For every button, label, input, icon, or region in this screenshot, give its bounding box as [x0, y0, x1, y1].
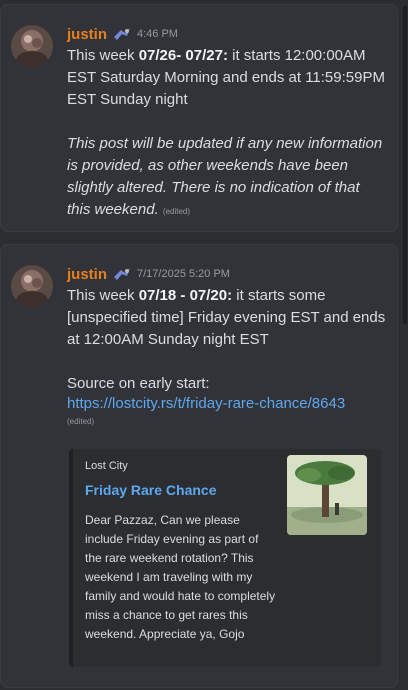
scrollbar-track[interactable] — [402, 0, 408, 690]
avatar[interactable] — [11, 265, 53, 307]
timestamp: 4:46 PM — [137, 28, 178, 40]
message-2: justin 7/17/2025 5:20 PM This week 07/18… — [0, 244, 398, 688]
embed-title[interactable]: Friday Rare Chance — [85, 482, 217, 498]
role-badge-icon — [113, 267, 131, 281]
embed-provider[interactable]: Lost City — [85, 460, 128, 472]
timestamp: 7/17/2025 5:20 PM — [137, 268, 230, 280]
message-note: This post will be updated if any new inf… — [67, 135, 383, 218]
role-badge-icon — [113, 27, 131, 41]
message-text: This week 07/26- 07/27: it starts 12:00:… — [67, 47, 385, 108]
embed-description: Dear Pazzaz, Can we please include Frida… — [85, 513, 276, 641]
link-embed: Lost City Friday Rare Chance Dear Pazzaz… — [69, 449, 381, 667]
avatar[interactable] — [11, 25, 53, 67]
source-label: Source on early start: — [67, 375, 210, 392]
username[interactable]: justin — [67, 26, 107, 43]
scrollbar-thumb[interactable] — [403, 6, 407, 324]
embed-thumbnail[interactable] — [287, 455, 367, 535]
source-link[interactable]: https://lostcity.rs/t/friday-rare-chance… — [67, 395, 345, 412]
message-text: This week 07/18 - 07/20: it starts some … — [67, 287, 386, 348]
edited-label: (edited) — [162, 207, 191, 216]
message-1: justin 4:46 PM This week 07/26- 07/27: i… — [0, 4, 398, 232]
edited-label: (edited) — [67, 417, 95, 426]
username[interactable]: justin — [67, 266, 107, 283]
